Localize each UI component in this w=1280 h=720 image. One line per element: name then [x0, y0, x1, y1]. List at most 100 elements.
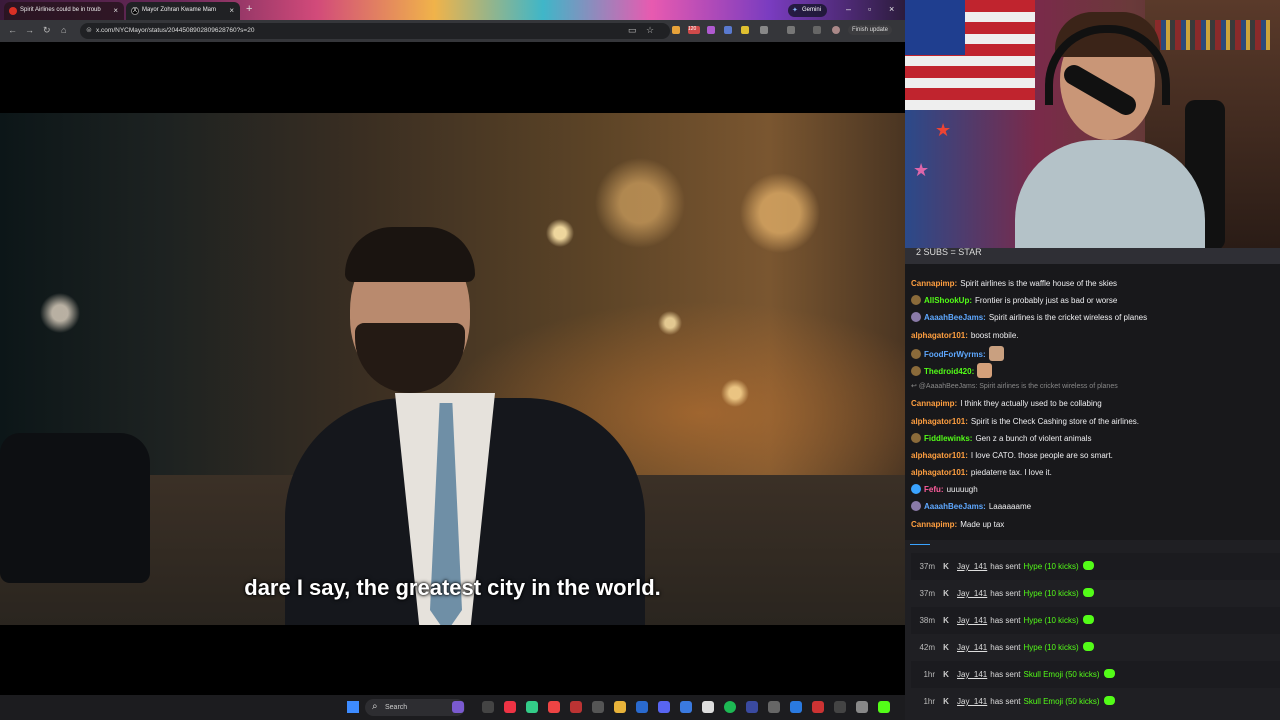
chat-username[interactable]: Cannapimp: [911, 279, 957, 288]
app-icon[interactable] [812, 701, 824, 713]
start-windows-icon[interactable] [347, 701, 359, 713]
chat-message[interactable]: Fefu: uuuuugh [911, 483, 1276, 500]
event-username[interactable]: Jay_141 [957, 562, 987, 571]
task-view-icon[interactable] [482, 701, 494, 713]
bookmark-star-icon[interactable]: ☆ [646, 25, 654, 36]
url-bar[interactable]: ⊜ x.com/NYCMayor/status/2044508902809628… [80, 23, 670, 39]
cast-icon[interactable]: ▭ [628, 25, 637, 36]
app-icon[interactable] [834, 701, 846, 713]
chat-username[interactable]: AaaahBeeJams: [924, 502, 986, 511]
chat-message[interactable]: alphagator101: Spirit is the Check Cashin… [911, 415, 1276, 432]
tab-spirit-airlines[interactable]: Spirit Airlines could be in troub × [4, 2, 124, 20]
widget-icon[interactable] [452, 701, 464, 713]
kick-logo-icon: K [943, 670, 949, 679]
chat-username[interactable]: Fefu: [924, 485, 944, 494]
reload-icon[interactable]: ↻ [43, 25, 51, 36]
gift-event-row: 42m K Jay_141 has sent Hype (10 kicks) [911, 634, 1280, 661]
chat-message[interactable]: alphagator101: piedaterre tax. I love it. [911, 466, 1276, 483]
extension-icon[interactable] [724, 26, 732, 34]
sidebar-icon[interactable] [787, 26, 795, 34]
extension-badge-icon[interactable]: 120 [688, 26, 700, 34]
event-username[interactable]: Jay_141 [957, 616, 987, 625]
obs-icon[interactable] [570, 701, 582, 713]
user-badge-icon [911, 484, 921, 495]
download-icon[interactable] [813, 26, 821, 34]
maximize-icon[interactable]: ▫ [868, 4, 871, 14]
chat-message[interactable]: AllShookUp: Frontier is probably just as … [911, 294, 1276, 311]
app-icon[interactable] [680, 701, 692, 713]
app-icon[interactable] [768, 701, 780, 713]
app-icon[interactable] [592, 701, 604, 713]
discord-icon[interactable] [658, 701, 670, 713]
app-icon[interactable] [504, 701, 516, 713]
extension-icon[interactable] [672, 26, 680, 34]
chat-username[interactable]: alphagator101: [911, 468, 968, 477]
event-username[interactable]: Jay_141 [957, 670, 987, 679]
chat-message[interactable]: AaaahBeeJams: Laaaaaame [911, 500, 1276, 517]
chrome-icon[interactable] [526, 701, 538, 713]
extension-icon[interactable] [741, 26, 749, 34]
app-icon[interactable] [702, 701, 714, 713]
chat-message[interactable]: FoodForWyrms: [911, 345, 1276, 363]
app-icon[interactable] [746, 701, 758, 713]
steam-icon[interactable] [636, 701, 648, 713]
chat-username[interactable]: AaaahBeeJams: [924, 313, 986, 322]
event-username[interactable]: Jay_141 [957, 589, 987, 598]
user-badge-icon [911, 348, 921, 359]
chat-message[interactable]: alphagator101: I love CATO. those people … [911, 449, 1276, 466]
extensions-puzzle-icon[interactable] [760, 26, 768, 34]
chat-username[interactable]: Cannapimp: [911, 399, 957, 408]
app-icon[interactable] [856, 701, 868, 713]
chat-reply-context[interactable]: ↩ @AaaahBeeJams: Spirit airlines is the … [911, 380, 1276, 397]
chat-username[interactable]: alphagator101: [911, 417, 968, 426]
site-info-icon[interactable]: ⊜ [86, 26, 92, 34]
chat-message[interactable]: Cannapimp: Spirit airlines is the waffle … [911, 277, 1276, 294]
chat-text: Spirit airlines is the waffle house of t… [960, 279, 1118, 288]
app-icon[interactable] [548, 701, 560, 713]
chat-text: I love CATO. those people are so smart. [970, 450, 1113, 460]
new-tab-icon[interactable]: + [246, 3, 252, 15]
chat-message[interactable]: AaaahBeeJams: Spirit airlines is the cric… [911, 311, 1276, 328]
chat-username[interactable]: Cannapimp: [911, 520, 957, 529]
chat-message[interactable]: Cannapimp: I think they actually used to … [911, 397, 1276, 414]
kick-logo-icon: K [943, 643, 949, 652]
back-icon[interactable]: ← [8, 25, 17, 35]
close-tab-icon[interactable]: × [229, 6, 234, 15]
chat-username[interactable]: FoodForWyrms: [924, 350, 986, 359]
chat-message[interactable]: Fiddlewinks: Gen z a bunch of violent ani… [911, 432, 1276, 449]
chat-username[interactable]: Thedroid420: [924, 367, 974, 376]
reply-text: ↩ @AaaahBeeJams: Spirit airlines is the … [911, 383, 1118, 391]
chat-username[interactable]: alphagator101: [911, 331, 968, 340]
finish-update-button[interactable]: Finish update [848, 25, 893, 35]
video-caption: dare I say, the greatest city in the wor… [244, 575, 661, 600]
gemini-button[interactable]: Gemini [788, 4, 828, 17]
forward-icon[interactable]: → [25, 25, 34, 35]
taskbar-search[interactable]: Search [365, 699, 465, 716]
chat-username[interactable]: Fiddlewinks: [924, 434, 972, 443]
minimize-icon[interactable]: – [846, 4, 851, 14]
close-tab-icon[interactable]: × [113, 6, 118, 15]
kick-icon[interactable] [878, 701, 890, 713]
event-time: 37m [919, 589, 935, 598]
chat-username[interactable]: AllShookUp: [924, 296, 972, 305]
kick-logo-icon: K [943, 697, 949, 706]
extension-icon[interactable] [707, 26, 715, 34]
event-time: 38m [919, 616, 935, 625]
app-icon[interactable] [790, 701, 802, 713]
chat-message[interactable]: alphagator101: boost mobile. [911, 329, 1276, 346]
chat-message[interactable]: Cannapimp: Made up tax [911, 518, 1276, 535]
windows-taskbar: Search [0, 695, 905, 720]
kick-pill-icon [1082, 588, 1094, 597]
event-username[interactable]: Jay_141 [957, 643, 987, 652]
video-player[interactable]: dare I say, the greatest city in the wor… [0, 113, 905, 625]
event-username[interactable]: Jay_141 [957, 697, 987, 706]
chat-username[interactable]: alphagator101: [911, 451, 968, 460]
chat-message[interactable]: Thedroid420: [911, 362, 1276, 380]
tab-mayor-post[interactable]: X Mayor Zohran Kwame Mam × [126, 2, 240, 20]
kick-pill-icon [1082, 642, 1094, 651]
profile-avatar[interactable] [832, 26, 840, 34]
close-window-icon[interactable]: × [889, 4, 894, 14]
home-icon[interactable]: ⌂ [61, 25, 66, 35]
file-explorer-icon[interactable] [614, 701, 626, 713]
spotify-icon[interactable] [724, 701, 736, 713]
